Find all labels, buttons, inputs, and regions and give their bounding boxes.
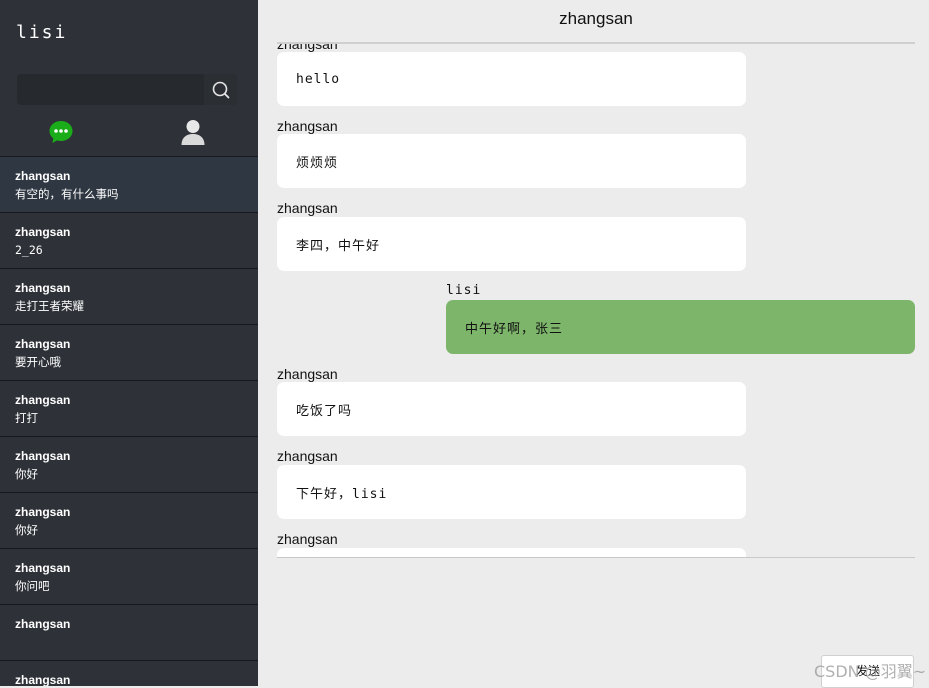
session-name: zhangsan [15,225,71,239]
message-sender: zhangsan [277,448,338,464]
chat-bubble-icon [49,121,73,143]
message-mine: lisi 中午好啊，张三 [446,283,915,354]
search-box [17,74,237,105]
tab-contacts[interactable] [180,118,206,146]
chat-title: zhangsan [559,9,633,28]
message-sender: zhangsan [277,531,338,547]
session-item[interactable]: zhangsan 你好 [0,436,258,492]
session-last-message: 你问吧 [15,579,50,593]
session-name: zhangsan [15,281,71,295]
message: zhangsan 吃饭了吗 [277,366,746,436]
session-item[interactable]: zhangsan 走打王者荣耀 [0,268,258,324]
message-sender: zhangsan [277,44,338,52]
message-bubble: hello [277,52,746,106]
session-item[interactable]: zhangsan [0,660,258,686]
session-last-message: 你好 [15,467,38,481]
session-item[interactable]: zhangsan 你好 [0,492,258,548]
session-name: zhangsan [15,169,71,183]
search-icon [212,81,229,98]
message-bubble [277,548,746,557]
session-name: zhangsan [15,337,71,351]
search-button[interactable] [204,74,237,105]
session-last-message: 2_26 [15,243,43,257]
message-sender: zhangsan [277,118,338,134]
message: zhangsan [277,531,746,557]
message: zhangsan hello [277,44,746,106]
session-name: zhangsan [15,449,71,463]
session-item[interactable]: zhangsan 要开心哦 [0,324,258,380]
session-last-message: 有空的，有什么事吗 [15,187,119,201]
message-sender: zhangsan [277,200,338,216]
session-item[interactable]: zhangsan [0,604,258,660]
session-name: zhangsan [15,505,71,519]
watermark: CSDN @羽翼~ [814,662,927,681]
person-icon [181,120,205,145]
message-bubble: 烦烦烦 [277,134,746,188]
message: zhangsan 下午好，lisi [277,448,746,519]
search-input[interactable] [17,74,203,105]
tab-sessions[interactable] [48,119,74,145]
session-last-message: 你好 [15,523,38,537]
message-bubble: 中午好啊，张三 [446,300,915,354]
divider [277,557,915,558]
session-list: zhangsan 有空的，有什么事吗 zhangsan 2_26 zhangsa… [0,156,258,686]
message-sender: zhangsan [277,366,338,382]
session-name: zhangsan [15,561,71,575]
session-last-message [15,633,258,651]
session-last-message: 走打王者荣耀 [15,299,84,313]
message-list[interactable]: zhangsan hello zhangsan 烦烦烦 zhangsan 李四，… [258,44,929,557]
session-item[interactable]: zhangsan 你问吧 [0,548,258,604]
session-name: zhangsan [15,673,71,686]
session-last-message: 打打 [15,411,38,425]
message: zhangsan 李四，中午好 [277,200,746,271]
message-bubble: 李四，中午好 [277,217,746,271]
message-bubble: 吃饭了吗 [277,382,746,436]
session-item[interactable]: zhangsan 打打 [0,380,258,436]
session-item[interactable]: zhangsan 有空的，有什么事吗 [0,156,258,212]
session-name: zhangsan [15,617,71,631]
message-sender: lisi [446,283,482,298]
current-username: lisi [16,22,68,43]
session-name: zhangsan [15,393,71,407]
session-last-message: 要开心哦 [15,355,61,369]
message: zhangsan 烦烦烦 [277,118,746,188]
session-item[interactable]: zhangsan 2_26 [0,212,258,268]
sidebar: lisi zhangsan 有空的，有什么事吗 zhangsan 2_26 zh… [0,0,258,686]
message-bubble: 下午好，lisi [277,465,746,519]
